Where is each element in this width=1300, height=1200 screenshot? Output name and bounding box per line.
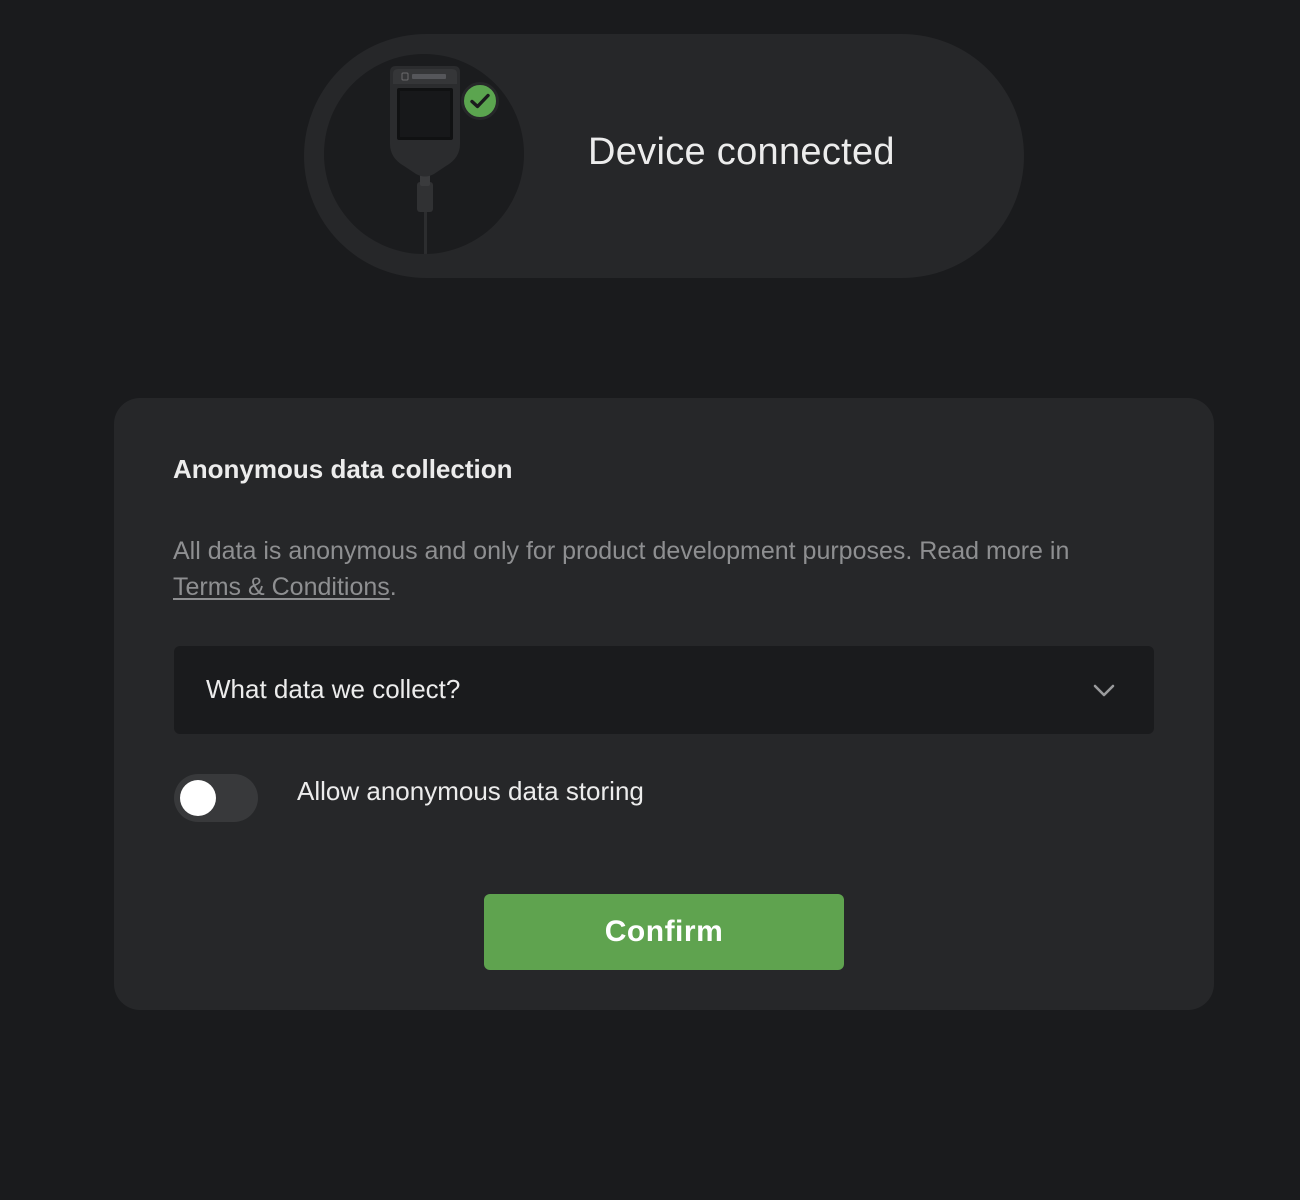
trezor-device-icon <box>390 66 460 254</box>
collapsible-label: What data we collect? <box>206 674 461 704</box>
analytics-card: Anonymous data collection All data is an… <box>114 398 1214 1010</box>
description-text: All data is anonymous and only for produ… <box>173 537 1070 565</box>
device-image-container <box>324 54 524 254</box>
toggle-label: Allow anonymous data storing <box>297 776 644 806</box>
chevron-down-icon <box>1093 684 1115 697</box>
toggle-knob <box>180 780 216 816</box>
device-status-pill: Device connected <box>304 34 1024 278</box>
connected-check-badge <box>461 82 499 120</box>
description-suffix: . <box>389 573 397 601</box>
confirm-button[interactable]: Confirm <box>484 894 844 970</box>
allow-data-toggle[interactable] <box>174 774 258 822</box>
card-description: All data is anonymous and only for produ… <box>173 533 1133 605</box>
terms-conditions-link[interactable]: Terms & Conditions <box>173 573 390 601</box>
card-title: Anonymous data collection <box>173 454 513 484</box>
device-status-text: Device connected <box>588 131 895 173</box>
what-data-collapsible[interactable]: What data we collect? <box>174 646 1154 734</box>
check-icon <box>470 93 490 109</box>
